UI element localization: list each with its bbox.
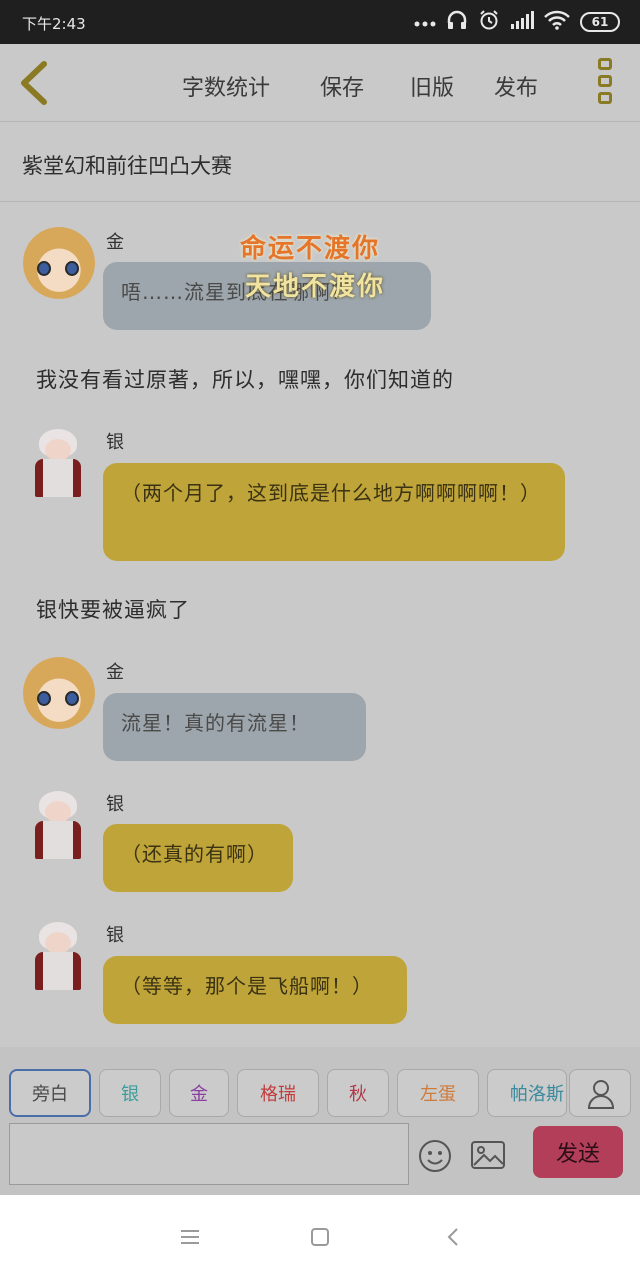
message-bubble[interactable]: （还真的有啊） xyxy=(103,824,293,892)
overlay-text-2: 天地不渡你 xyxy=(245,272,386,302)
character-chip-qiu[interactable]: 秋 xyxy=(327,1069,389,1117)
image-icon xyxy=(471,1141,505,1169)
speaker-name: 银 xyxy=(106,925,124,946)
story-title-row[interactable]: 紫堂幻和前往凹凸大赛 xyxy=(0,122,640,202)
character-chip-yin[interactable]: 银 xyxy=(99,1069,161,1117)
more-menu-button[interactable] xyxy=(596,58,614,108)
narration-text[interactable]: 银快要被逼疯了 xyxy=(36,594,190,624)
home-nav-button[interactable] xyxy=(307,1225,333,1249)
old-version-button[interactable]: 旧版 xyxy=(410,70,454,102)
home-square-icon xyxy=(311,1228,329,1246)
status-time: 下午2:43 xyxy=(22,15,86,33)
send-button[interactable]: 发送 xyxy=(533,1126,623,1178)
avatar-jin[interactable] xyxy=(23,657,95,729)
character-chip-jin[interactable]: 金 xyxy=(169,1069,229,1117)
emoji-button[interactable] xyxy=(418,1139,452,1173)
app-bar: 字数统计 保存 旧版 发布 xyxy=(0,44,640,122)
hamburger-icon xyxy=(181,1230,199,1244)
composer-panel: 旁白 银 金 格瑞 秋 左蛋 帕洛斯 发送 xyxy=(0,1047,640,1195)
character-chip-gerui[interactable]: 格瑞 xyxy=(237,1069,319,1117)
message-bubble[interactable]: （两个月了，这到底是什么地方啊啊啊啊！） xyxy=(103,463,565,561)
user-icon xyxy=(587,1080,615,1109)
menu-nav-button[interactable] xyxy=(177,1225,203,1249)
avatar-yin[interactable] xyxy=(27,789,89,861)
speaker-name: 金 xyxy=(106,662,124,683)
character-chip-paluosi[interactable]: 帕洛斯 xyxy=(487,1069,567,1117)
message-bubble[interactable]: （等等，那个是飞船啊！） xyxy=(103,956,407,1024)
word-count-button[interactable]: 字数统计 xyxy=(182,70,270,102)
avatar-yin[interactable] xyxy=(27,427,89,499)
publish-button[interactable]: 发布 xyxy=(494,70,538,102)
story-title: 紫堂幻和前往凹凸大赛 xyxy=(22,154,232,178)
more-vertical-icon xyxy=(598,58,612,70)
battery-icon: 61 xyxy=(580,12,620,32)
message-bubble[interactable]: 流星！真的有流星！ xyxy=(103,693,366,761)
back-button[interactable] xyxy=(16,60,56,106)
avatar-yin[interactable] xyxy=(27,920,89,992)
chat-content: 金 唔……流星到底在哪啊? 命运不渡你 天地不渡你 我没有看过原著，所以，嘿嘿，… xyxy=(0,202,640,1047)
speaker-name: 金 xyxy=(106,232,124,253)
speaker-name: 银 xyxy=(106,794,124,815)
narration-text[interactable]: 我没有看过原著，所以，嘿嘿，你们知道的 xyxy=(36,364,454,394)
signal-icon xyxy=(510,10,534,34)
status-bar: 下午2:43 61 xyxy=(0,0,640,44)
image-button[interactable] xyxy=(470,1139,506,1171)
message-input[interactable] xyxy=(9,1123,409,1185)
smiley-icon xyxy=(419,1140,451,1172)
back-nav-button[interactable] xyxy=(441,1225,467,1249)
chevron-left-icon xyxy=(21,61,47,105)
system-nav-bar xyxy=(0,1195,640,1280)
wifi-icon xyxy=(544,10,570,34)
character-chip-zuodan[interactable]: 左蛋 xyxy=(397,1069,479,1117)
save-button[interactable]: 保存 xyxy=(320,70,364,102)
back-triangle-icon xyxy=(447,1228,458,1246)
headphones-icon xyxy=(446,9,468,35)
overlay-text-1: 命运不渡你 xyxy=(240,234,381,264)
avatar-jin[interactable] xyxy=(23,227,95,299)
speaker-name: 银 xyxy=(106,432,124,453)
alarm-icon xyxy=(478,9,500,35)
add-character-button[interactable] xyxy=(569,1069,631,1117)
more-notifications-icon xyxy=(414,13,436,32)
character-chip-narrator[interactable]: 旁白 xyxy=(9,1069,91,1117)
